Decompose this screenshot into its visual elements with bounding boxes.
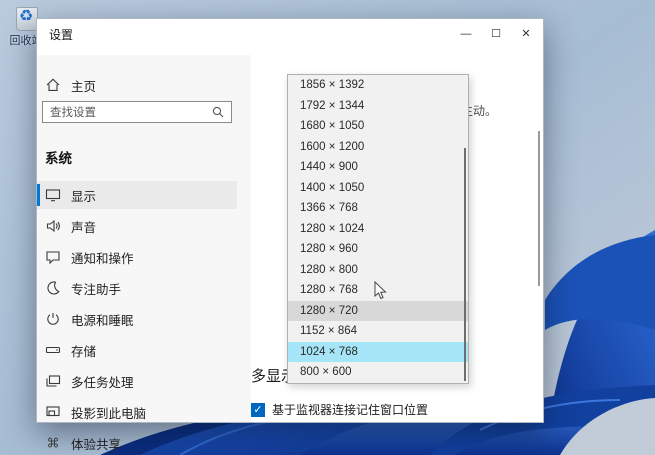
projecting-icon [45, 404, 61, 420]
resolution-option[interactable]: 1440 × 900 [288, 157, 468, 178]
resolution-option[interactable]: 1280 × 960 [288, 239, 468, 260]
mouse-cursor [374, 281, 387, 300]
sidebar-section-header: 系统 [45, 151, 72, 166]
search-icon [210, 104, 226, 120]
window-scrollbar-thumb[interactable] [538, 131, 540, 286]
display-icon [45, 187, 61, 203]
sidebar-item-sound[interactable]: 声音 [37, 212, 237, 240]
resolution-dropdown-list: 1856 × 1392 1792 × 1344 1680 × 1050 1600 × … [287, 74, 469, 384]
checkbox-label: 基于监视器连接记住窗口位置 [272, 403, 429, 417]
sidebar-item-label: 专注助手 [71, 282, 122, 297]
dropdown-scrollbar-thumb[interactable] [464, 148, 466, 381]
settings-search-input[interactable]: 查找设置 [42, 101, 232, 123]
power-sleep-icon [45, 311, 61, 327]
sidebar-item-label: 主页 [71, 79, 97, 94]
settings-window: 设置 — ☐ ✕ 主页 查找设置 系统 显示 声音 通知和操作 专注助手 电源和… [36, 18, 544, 452]
sidebar-item-label: 体验共享 [71, 437, 122, 452]
svg-text:⌘: ⌘ [47, 436, 60, 451]
focus-assist-icon [45, 280, 61, 296]
close-button[interactable]: ✕ [511, 19, 541, 49]
notifications-icon [45, 249, 61, 265]
resolution-option[interactable]: 1152 × 864 [288, 321, 468, 342]
sidebar-item-label: 通知和操作 [71, 251, 134, 266]
search-placeholder: 查找设置 [50, 107, 96, 119]
resolution-option[interactable]: 1856 × 1392 [288, 75, 468, 96]
sidebar-item-label: 电源和睡眠 [71, 313, 134, 328]
sidebar-item-notifications[interactable]: 通知和操作 [37, 243, 237, 271]
settings-sidebar: 主页 查找设置 系统 显示 声音 通知和操作 专注助手 电源和睡眠 存储 多任务… [37, 55, 251, 452]
resolution-option[interactable]: 1280 × 1024 [288, 219, 468, 240]
multitasking-icon [45, 373, 61, 389]
storage-icon [45, 342, 61, 358]
sound-icon [45, 218, 61, 234]
sidebar-item-label: 存储 [71, 344, 97, 359]
sidebar-item-label: 声音 [71, 220, 97, 235]
resolution-option[interactable]: 1280 × 800 [288, 260, 468, 281]
title-bar[interactable]: 设置 — ☐ ✕ [37, 19, 543, 55]
sidebar-item-display[interactable]: 显示 [37, 181, 237, 209]
desktop-screen: ♻ 回收站 设置 — ☐ ✕ 主页 查找设置 系统 显示 声音 通知和操作 专注… [0, 0, 655, 455]
window-title: 设置 [49, 28, 74, 42]
sidebar-item-multitasking[interactable]: 多任务处理 [37, 367, 237, 395]
sidebar-item-label: 多任务处理 [71, 375, 134, 390]
resolution-option[interactable]: 800 × 600 [288, 362, 468, 383]
sidebar-item-home[interactable]: 主页 [37, 71, 237, 99]
sidebar-item-focus-assist[interactable]: 专注助手 [37, 274, 237, 302]
sidebar-item-power-sleep[interactable]: 电源和睡眠 [37, 305, 237, 333]
sidebar-item-projecting[interactable]: 投影到此电脑 [37, 398, 237, 426]
resolution-option[interactable]: 1680 × 1050 [288, 116, 468, 137]
shared-experiences-icon: ⌘ [45, 435, 61, 451]
resolution-option[interactable]: 1400 × 1050 [288, 178, 468, 199]
resolution-option[interactable]: 1024 × 768 [288, 341, 468, 362]
resolution-option[interactable]: 1366 × 768 [288, 198, 468, 219]
resolution-option[interactable]: 1792 × 1344 [288, 96, 468, 117]
home-icon [45, 77, 61, 93]
sidebar-nav-list: 显示 声音 通知和操作 专注助手 电源和睡眠 存储 多任务处理 投影到此电脑 ⌘… [37, 181, 251, 452]
remember-window-location-row: ✓ 基于监视器连接记住窗口位置 [251, 401, 428, 418]
sidebar-item-label: 显示 [71, 189, 97, 204]
sidebar-item-storage[interactable]: 存储 [37, 336, 237, 364]
maximize-button[interactable]: ☐ [481, 19, 511, 49]
checkbox-checked[interactable]: ✓ [251, 402, 265, 417]
minimize-button[interactable]: — [451, 19, 481, 49]
sidebar-item-shared-experiences[interactable]: ⌘ 体验共享 [37, 429, 237, 455]
resolution-option[interactable]: 1280 × 720 [288, 300, 468, 321]
resolution-option[interactable]: 1600 × 1200 [288, 137, 468, 158]
sidebar-item-label: 投影到此电脑 [71, 406, 147, 421]
